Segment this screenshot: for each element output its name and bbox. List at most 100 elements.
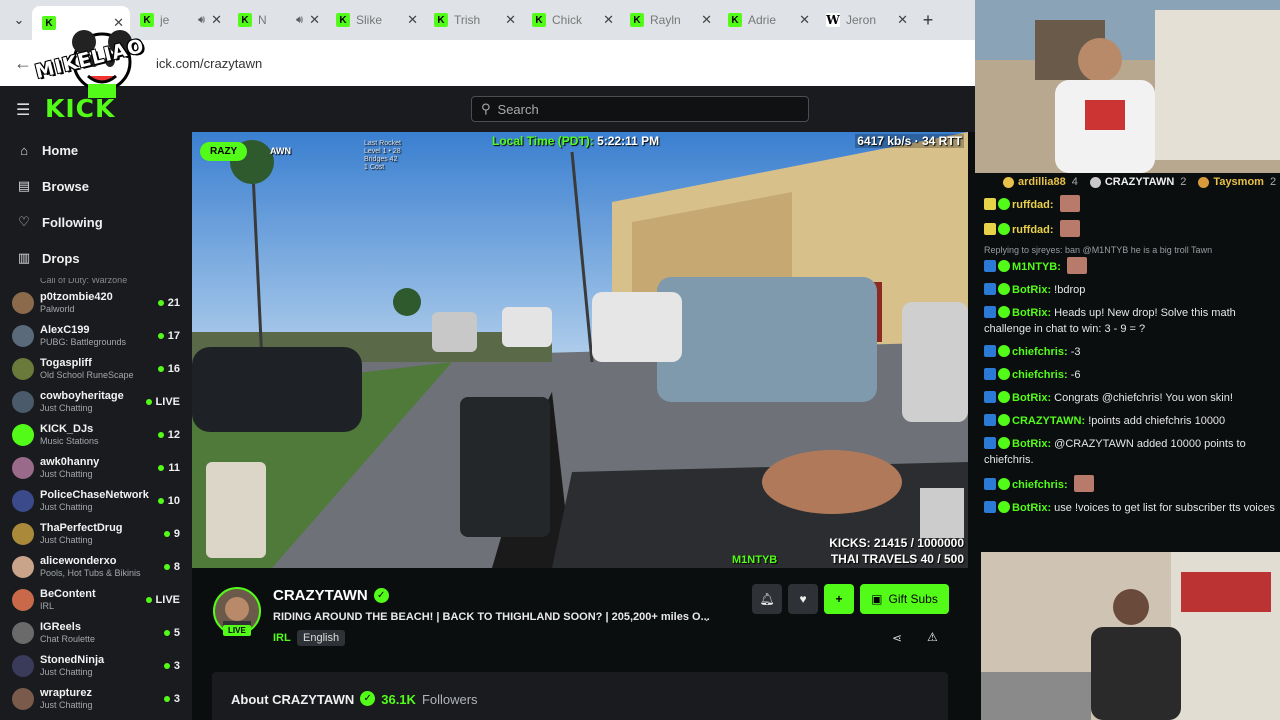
chat-username[interactable]: BotRix: [1012, 438, 1051, 450]
video-player[interactable]: RAZY AWN Last Rocket Level 1 • 28 Bridge… [192, 132, 968, 568]
chat-message[interactable]: BotRix: Congrats @chiefchris! You won sk… [984, 390, 1276, 406]
sidebar-channel[interactable]: p0tzombie420 Palworld 21 [0, 286, 192, 319]
speaker-icon[interactable]: 🔊︎ [296, 14, 303, 27]
sidebar-item-browse[interactable]: ▤ Browse [0, 168, 192, 204]
speaker-icon[interactable]: 🔊︎ [198, 14, 205, 27]
sidebar-channel[interactable]: PaperFRAG [0, 715, 192, 720]
chat-username[interactable]: chiefchris: [1012, 346, 1068, 358]
browser-tab[interactable]: K N 🔊︎ ✕ [228, 5, 326, 35]
chat-message[interactable]: BotRix: @CRAZYTAWN added 10000 points to… [984, 436, 1276, 468]
sidebar-item-drops[interactable]: ▥ Drops [0, 240, 192, 276]
live-dot-icon [163, 563, 170, 570]
chat-username[interactable]: BotRix: [1012, 307, 1051, 319]
channel-category: Just Chatting [40, 535, 93, 545]
chat-username[interactable]: chiefchris: [1012, 369, 1068, 381]
close-tab-icon[interactable]: ✕ [799, 12, 810, 28]
verified-badge-icon [998, 345, 1010, 357]
tab-list-dropdown[interactable]: ⌄ [6, 7, 32, 33]
top-gifter[interactable]: Taysmom 2 [1198, 176, 1276, 188]
stream-category-link[interactable]: IRL [273, 632, 291, 644]
chat-message[interactable]: chiefchris: -6 [984, 367, 1276, 383]
search-input[interactable]: ⚲ Search [471, 96, 809, 122]
expand-title-chevron-icon[interactable]: ⌄ [702, 611, 711, 624]
channel-category: Just Chatting [40, 502, 93, 512]
emote-icon [1073, 475, 1094, 492]
chat-username[interactable]: ruffdad: [1012, 224, 1054, 236]
viewer-count: 11 [158, 462, 180, 474]
sidebar: ⌂ Home ▤ Browse ♡ Following ▥ Drops Call of Dut… [0, 132, 192, 720]
followers-count: 36.1K [381, 692, 416, 707]
channel-avatar [12, 654, 34, 677]
sidebar-channel[interactable]: ThaPerfectDrug Just Chatting 9 [0, 517, 192, 550]
language-tag[interactable]: English [297, 630, 346, 646]
new-tab-button[interactable]: + [914, 10, 942, 31]
notification-bell-button[interactable]: 🔔︎ [752, 584, 782, 614]
drops-icon: ▥ [17, 250, 31, 265]
close-tab-icon[interactable]: ✕ [407, 12, 418, 28]
channel-category: Old School RuneScape [40, 370, 134, 380]
chat-username[interactable]: chiefchris: [1012, 479, 1068, 491]
chat-message[interactable]: BotRix: use !voices to get list for subs… [984, 500, 1276, 516]
sidebar-item-home[interactable]: ⌂ Home [0, 132, 192, 168]
report-warning-icon[interactable]: ⚠ [927, 630, 938, 644]
viewer-count: 3 [163, 660, 180, 672]
sidebar-channel[interactable]: Togaspliff Old School RuneScape 16 [0, 352, 192, 385]
sidebar-item-label: Home [42, 142, 79, 158]
channel-avatar [12, 357, 34, 380]
gift-icon: ▣ [871, 592, 883, 606]
chat-username[interactable]: ruffdad: [1012, 199, 1054, 211]
gift-subs-button[interactable]: ▣ Gift Subs [860, 584, 949, 614]
sidebar-channel[interactable]: PoliceChaseNetwork Just Chatting 10 [0, 484, 192, 517]
browser-tab[interactable]: K Adrie ✕ [718, 5, 816, 35]
close-tab-icon[interactable]: ✕ [211, 12, 222, 28]
subscribe-button[interactable]: + [824, 584, 854, 614]
chat-text: -6 [1070, 369, 1081, 381]
chat-username[interactable]: BotRix: [1012, 502, 1051, 514]
browser-tab[interactable]: K Slike ✕ [326, 5, 424, 35]
chat-username[interactable]: CRAZYTAWN: [1012, 415, 1085, 427]
sidebar-channel[interactable]: StonedNinja Just Chatting 3 [0, 649, 192, 682]
channel-avatar [12, 687, 34, 710]
chat-message[interactable]: ruffdad: [984, 195, 1276, 213]
browser-tab[interactable]: K Chick ✕ [522, 5, 620, 35]
sidebar-channel[interactable]: alicewonderxo Pools, Hot Tubs & Bikinis 8 [0, 550, 192, 583]
live-badge: LIVE [223, 625, 251, 636]
share-icon[interactable]: ⋖ [892, 631, 902, 645]
chat-message[interactable]: ruffdad: [984, 220, 1276, 238]
top-gifter[interactable]: ardillia88 4 [1003, 176, 1078, 188]
close-tab-icon[interactable]: ✕ [701, 12, 712, 28]
sidebar-channel[interactable]: BeContent IRL LIVE [0, 583, 192, 616]
chat-message[interactable]: chiefchris: [984, 475, 1276, 493]
close-tab-icon[interactable]: ✕ [897, 12, 908, 28]
sidebar-channel[interactable]: cowboyheritage Just Chatting LIVE [0, 385, 192, 418]
browser-tab[interactable]: K Rayln ✕ [620, 5, 718, 35]
viewer-count: 8 [163, 561, 180, 573]
channel-name[interactable]: CRAZYTAWN ✓ [273, 587, 389, 604]
top-gifter[interactable]: CRAZYTAWN 2 [1089, 176, 1186, 188]
tab-title: Rayln [650, 13, 681, 27]
tab-title: Jeron [846, 13, 877, 27]
close-tab-icon[interactable]: ✕ [603, 12, 614, 28]
chat-message[interactable]: CRAZYTAWN: !points add chiefchris 10000 [984, 413, 1276, 429]
chat-username[interactable]: M1NTYB: [1012, 261, 1061, 273]
follow-button[interactable]: ♥ [788, 584, 818, 614]
channel-category: Just Chatting [40, 667, 93, 677]
browser-tab[interactable]: W Jeron ✕ [816, 5, 914, 35]
sidebar-channel[interactable]: awk0hanny Just Chatting 11 [0, 451, 192, 484]
channel-info: alicewonderxo Pools, Hot Tubs & Bikinis [40, 555, 164, 578]
chat-message[interactable]: M1NTYB: [984, 257, 1276, 275]
chat-username[interactable]: BotRix: [1012, 392, 1051, 404]
close-tab-icon[interactable]: ✕ [505, 12, 516, 28]
sidebar-item-following[interactable]: ♡ Following [0, 204, 192, 240]
browser-tab[interactable]: K Trish ✕ [424, 5, 522, 35]
sidebar-channel[interactable]: wrapturez Just Chatting 3 [0, 682, 192, 715]
chat-message[interactable]: chiefchris: -3 [984, 344, 1276, 360]
chat-message[interactable]: BotRix: !bdrop [984, 282, 1276, 298]
sidebar-channel[interactable]: KICK_DJs Music Stations 12 [0, 418, 192, 451]
sidebar-channel[interactable]: IGReels Chat Roulette 5 [0, 616, 192, 649]
chat-message[interactable]: BotRix: Heads up! New drop! Solve this m… [984, 305, 1276, 337]
close-tab-icon[interactable]: ✕ [309, 12, 320, 28]
hamburger-menu-icon[interactable]: ☰ [16, 100, 30, 120]
sidebar-channel[interactable]: AlexC199 PUBG: Battlegrounds 17 [0, 319, 192, 352]
chat-username[interactable]: BotRix: [1012, 284, 1051, 296]
